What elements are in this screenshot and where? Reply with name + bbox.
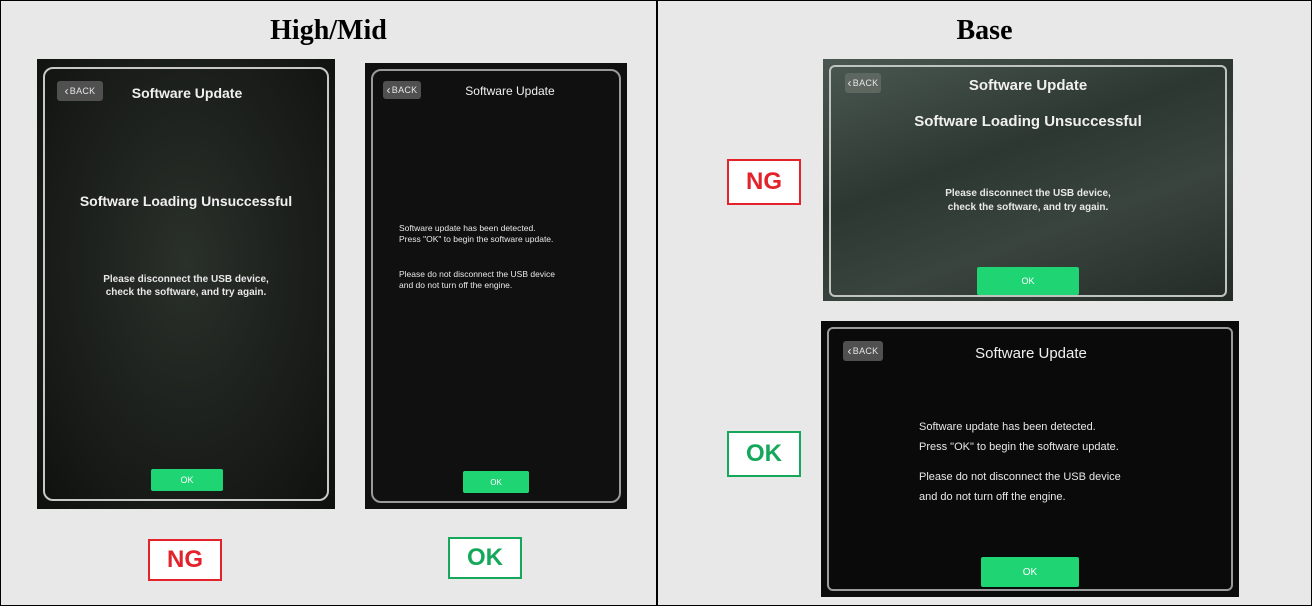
warning-message: Please do not disconnect the USB device … [399,269,555,290]
high-mid-ng-screen: ‹ BACK Software Update Software Loading … [37,59,335,509]
error-heading: Software Loading Unsuccessful [79,193,293,209]
screen-title: Software Update [968,77,1088,94]
detected-message: Software update has been detected. Press… [919,421,1119,453]
high-mid-ok-label: OK [448,537,522,579]
base-ok-screen: ‹ BACK Software Update Software update h… [821,321,1239,597]
error-heading: Software Loading Unsuccessful [914,113,1142,130]
screen-title: Software Update [465,84,555,98]
chevron-left-icon: ‹ [847,344,852,358]
back-label: BACK [852,346,879,356]
comparison-table: High/Mid Base ‹ BACK Software Update Sof… [0,0,1312,606]
screen-title: Software Update [975,345,1087,362]
back-button[interactable]: ‹ BACK [845,73,881,93]
detected-message: Software update has been detected. Press… [399,223,554,244]
back-button[interactable]: ‹ BACK [57,81,103,101]
screen-title: Software Update [131,85,243,101]
chevron-left-icon: ‹ [64,84,69,98]
ok-button[interactable]: OK [977,267,1079,295]
back-button[interactable]: ‹ BACK [843,341,883,361]
high-mid-ok-screen: ‹ BACK Software Update Software update h… [365,63,627,509]
ok-button[interactable]: OK [151,469,223,491]
screen-bezel [827,327,1233,591]
error-message: Please disconnect the USB device, check … [945,188,1111,213]
back-label: BACK [852,78,879,88]
high-mid-ng-label: NG [148,539,222,581]
base-ok-label: OK [727,431,801,477]
screen-bezel [829,65,1227,297]
base-ng-label: NG [727,159,801,205]
chevron-left-icon: ‹ [847,76,852,90]
base-ng-screen: ‹ BACK Software Update Software Loading … [823,59,1233,301]
base-column-title: Base [956,15,1013,46]
ok-button[interactable]: OK [463,471,529,493]
back-label: BACK [391,85,418,95]
back-button[interactable]: ‹ BACK [383,81,421,99]
high-mid-column-title: High/Mid [270,15,387,46]
column-divider [656,1,658,605]
back-label: BACK [69,86,96,96]
error-message: Please disconnect the USB device, check … [103,274,269,298]
warning-message: Please do not disconnect the USB device … [919,471,1121,503]
chevron-left-icon: ‹ [386,83,391,97]
ok-button[interactable]: OK [981,557,1079,587]
